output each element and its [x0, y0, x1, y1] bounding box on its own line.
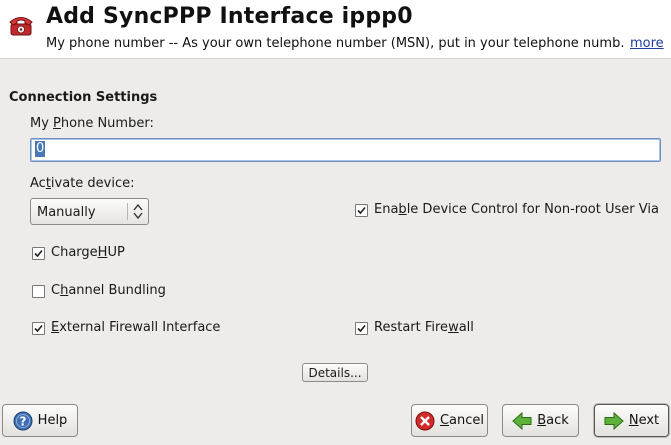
channel-bundling-checkbox[interactable]: [32, 285, 45, 298]
phone-number-input[interactable]: 0: [30, 138, 661, 162]
combo-separator: [127, 203, 128, 220]
checkmark-icon: [34, 249, 43, 258]
telephone-icon: [9, 17, 33, 36]
activate-device-label: Activate device:: [30, 176, 135, 191]
cancel-button[interactable]: Cancel: [411, 404, 488, 437]
more-help-link[interactable]: more: [630, 36, 664, 51]
checkmark-icon: [34, 324, 43, 333]
svg-text:?: ?: [19, 414, 26, 428]
back-arrow-icon: [512, 411, 532, 430]
cancel-icon: [415, 411, 435, 430]
external-firewall-label[interactable]: External Firewall Interface: [51, 320, 220, 335]
chargehup-checkbox[interactable]: [32, 247, 45, 260]
enable-device-control-label[interactable]: Enable Device Control for Non-root User …: [374, 202, 659, 217]
header-bar: Add SyncPPP Interface ippp0 My phone num…: [0, 0, 671, 59]
phone-number-label: My Phone Number:: [30, 116, 154, 131]
help-icon: ?: [13, 411, 33, 430]
channel-bundling-label[interactable]: Channel Bundling: [51, 283, 166, 298]
details-button-label: Details...: [308, 365, 362, 380]
next-button-label: Next: [628, 413, 660, 428]
checkmark-icon: [357, 324, 366, 333]
help-button[interactable]: ? Help: [2, 404, 78, 437]
back-button[interactable]: Back: [502, 404, 579, 437]
phone-number-value: 0: [35, 141, 46, 157]
help-summary-text: My phone number -- As your own telephone…: [46, 36, 624, 51]
help-button-label: Help: [37, 413, 68, 428]
restart-firewall-label[interactable]: Restart Firewall: [374, 320, 474, 335]
enable-device-control-checkbox[interactable]: [355, 204, 368, 217]
restart-firewall-checkbox[interactable]: [355, 322, 368, 335]
updown-arrows-icon: [133, 203, 143, 220]
next-button[interactable]: Next: [594, 404, 669, 437]
back-button-label: Back: [537, 413, 569, 428]
section-title: Connection Settings: [9, 90, 158, 105]
checkmark-icon: [357, 206, 366, 215]
activate-device-value: Manually: [37, 205, 96, 220]
page-title: Add SyncPPP Interface ippp0: [46, 4, 413, 29]
details-button[interactable]: Details...: [302, 363, 368, 382]
cancel-button-label: Cancel: [439, 413, 485, 428]
next-arrow-icon: [604, 411, 624, 430]
chargehup-label[interactable]: ChargeHUP: [51, 245, 125, 260]
external-firewall-checkbox[interactable]: [32, 322, 45, 335]
activate-device-select[interactable]: Manually: [30, 198, 149, 225]
